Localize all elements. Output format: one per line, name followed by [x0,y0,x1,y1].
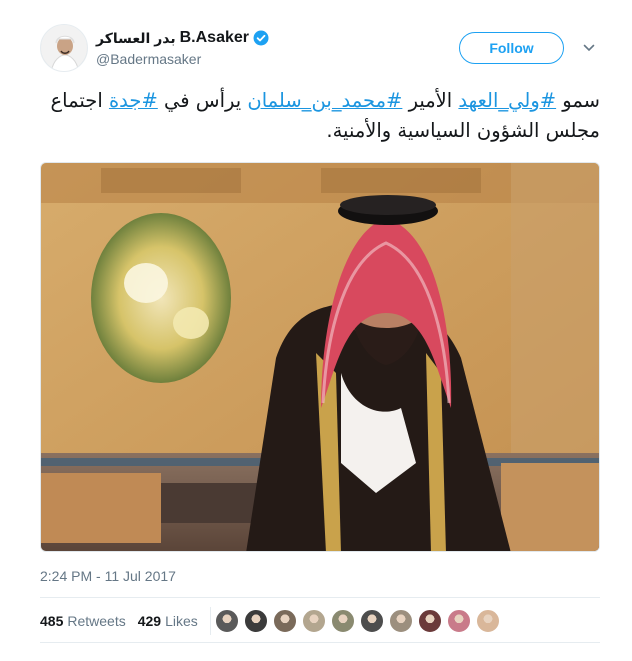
tweet-text-segment: الأمير [402,89,459,112]
retweets-stat[interactable]: 485 Retweets [40,613,126,629]
hashtag-link[interactable]: #محمد_بن_سلمان [247,89,402,112]
liker-avatar[interactable] [331,609,355,633]
likes-label: Likes [165,613,198,629]
tweet-text-segment: يرأس في [157,89,248,112]
divider [40,597,600,598]
liker-avatar[interactable] [476,609,500,633]
retweets-label: Retweets [67,613,126,629]
tweet-stats: 485 Retweets 429 Likes [40,607,219,635]
liker-avatar[interactable] [302,609,326,633]
hashtag-link[interactable]: #جدة [109,89,158,112]
liker-avatar[interactable] [360,609,384,633]
avatar-image [41,25,87,71]
avatar[interactable] [40,24,88,72]
tweet-photo[interactable] [40,162,600,552]
photo-image [41,163,599,551]
liker-avatars [215,609,500,633]
liker-avatar[interactable] [389,609,413,633]
tweet-header: بدر العساكر B.Asaker @Badermasaker Follo… [0,0,632,80]
author-name-row[interactable]: بدر العساكر B.Asaker [96,28,269,48]
retweets-count: 485 [40,613,64,629]
author-arabic-name[interactable]: بدر العساكر [96,30,176,47]
likes-stat[interactable]: 429 Likes [138,613,198,629]
liker-avatar[interactable] [273,609,297,633]
liker-avatar[interactable] [418,609,442,633]
chevron-down-icon[interactable] [581,40,597,56]
tweet-text: سمو #ولي_العهد الأمير #محمد_بن_سلمان يرأ… [40,86,600,146]
hashtag-link[interactable]: #ولي_العهد [458,89,556,112]
verified-badge-icon [253,30,269,46]
follow-button[interactable]: Follow [459,32,564,64]
liker-avatar[interactable] [215,609,239,633]
author-handle[interactable]: @Badermasaker [96,51,201,67]
tweet-timestamp[interactable]: 2:24 PM - 11 Jul 2017 [40,568,176,584]
author-display-name[interactable]: B.Asaker [180,29,249,47]
liker-avatar[interactable] [244,609,268,633]
stats-separator [209,607,211,635]
likes-count: 429 [137,613,162,629]
liker-avatar[interactable] [447,609,471,633]
divider [40,642,600,643]
tweet-text-segment: سمو [556,89,600,112]
